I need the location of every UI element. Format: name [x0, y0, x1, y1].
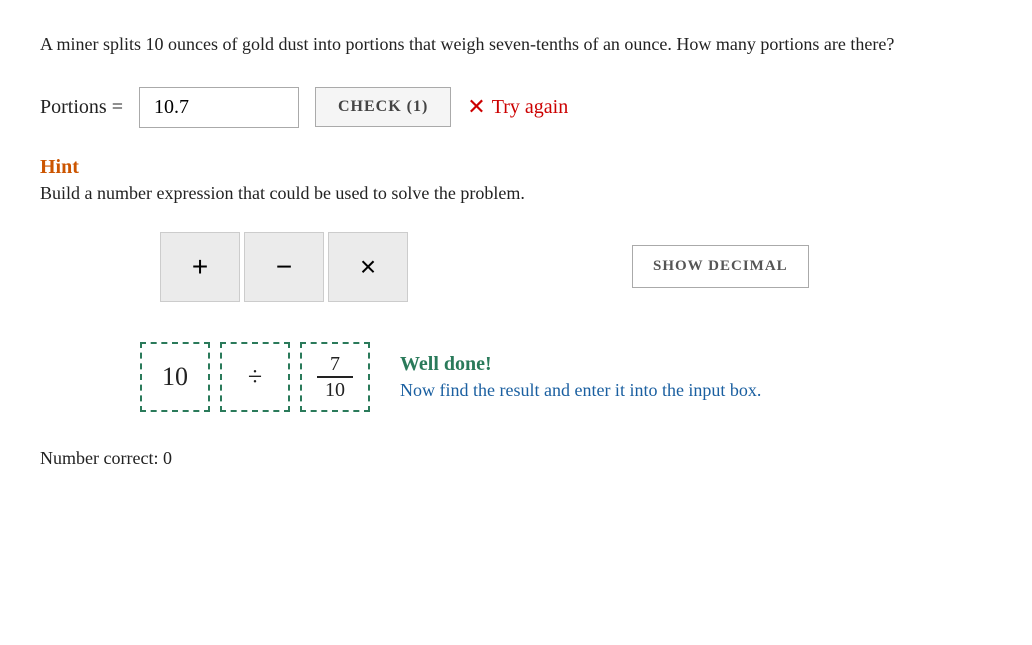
number-correct-label: Number correct:	[40, 448, 158, 468]
expression-row: 10 ÷ 7 10 Well done! Now find the result…	[140, 342, 992, 412]
well-done-body: Now find the result and enter it into th…	[400, 380, 761, 401]
portions-word: Portions	[40, 96, 107, 118]
expr-box-fraction[interactable]: 7 10	[300, 342, 370, 412]
well-done-title: Well done!	[400, 353, 761, 376]
try-again-label: Try again	[492, 96, 568, 119]
answer-input[interactable]	[139, 87, 299, 128]
try-again-x-icon: ✕	[467, 94, 485, 120]
equals-sign: =	[112, 96, 123, 118]
expr-box-10-value: 10	[162, 362, 188, 392]
plus-button[interactable]: +	[160, 232, 240, 302]
number-correct: Number correct: 0	[40, 448, 992, 469]
expr-box-divide-value: ÷	[248, 362, 262, 392]
answer-row: Portions = CHECK (1) ✕ Try again	[40, 87, 992, 128]
show-decimal-button[interactable]: SHOW DECIMAL	[632, 245, 809, 288]
portions-label: Portions =	[40, 96, 123, 119]
hint-text: Build a number expression that could be …	[40, 183, 992, 204]
well-done-section: Well done! Now find the result and enter…	[400, 353, 761, 401]
minus-button[interactable]: −	[244, 232, 324, 302]
hint-section: Hint Build a number expression that coul…	[40, 156, 992, 204]
operators-row: + − × SHOW DECIMAL	[160, 232, 992, 302]
times-button[interactable]: ×	[328, 232, 408, 302]
fraction-line	[317, 376, 353, 378]
fraction-numerator: 7	[330, 354, 340, 374]
expr-box-10[interactable]: 10	[140, 342, 210, 412]
expr-box-divide[interactable]: ÷	[220, 342, 290, 412]
problem-text: A miner splits 10 ounces of gold dust in…	[40, 30, 992, 59]
check-button[interactable]: CHECK (1)	[315, 87, 451, 127]
fraction-denominator: 10	[325, 380, 345, 400]
hint-title: Hint	[40, 156, 992, 179]
try-again[interactable]: ✕ Try again	[467, 94, 568, 120]
number-correct-number: 0	[163, 448, 172, 468]
